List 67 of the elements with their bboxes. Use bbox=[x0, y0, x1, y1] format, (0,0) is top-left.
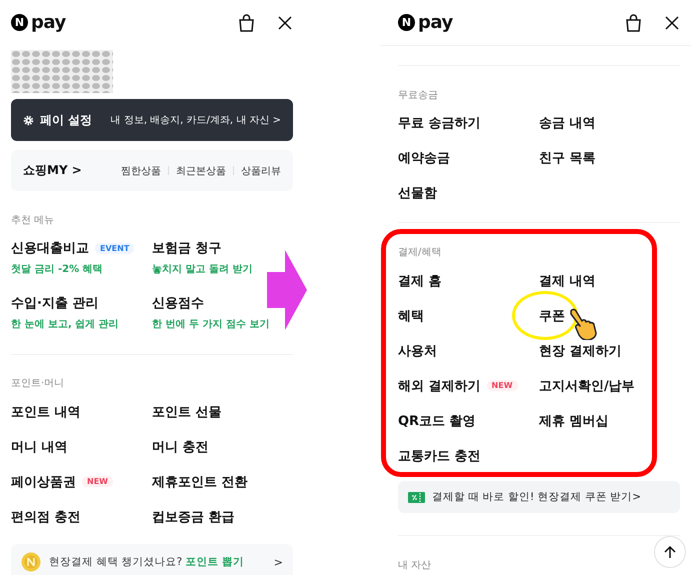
gear-icon bbox=[23, 114, 34, 126]
menu-item[interactable]: 해외 결제하기 bbox=[398, 376, 481, 394]
menu-item[interactable]: 쿠폰 bbox=[539, 306, 565, 324]
menu-item[interactable]: 포인트 선물 bbox=[152, 402, 222, 420]
section-heading: 내 자산 bbox=[398, 559, 432, 573]
banner-text: 결제할 때 바로 할인! 현장결제 쿠폰 받기> bbox=[432, 490, 642, 504]
menu-item[interactable]: 신용대출비교 bbox=[11, 239, 89, 257]
arrow-up-icon bbox=[663, 545, 677, 559]
section-heading: 무료송금 bbox=[398, 89, 439, 103]
logo-mark: N bbox=[11, 14, 28, 31]
pointing-hand-icon bbox=[568, 308, 598, 340]
menu-item[interactable]: 선물함 bbox=[398, 184, 437, 202]
menu-subtitle: 놓치지 말고 돌려 받기 bbox=[152, 263, 254, 276]
shopping-link[interactable]: 최근본상품 bbox=[176, 164, 226, 178]
close-icon[interactable] bbox=[664, 14, 680, 30]
menu-item[interactable]: 예약송금 bbox=[398, 148, 450, 166]
badge: EVENT bbox=[95, 242, 134, 254]
settings-title: 페이 설정 bbox=[40, 112, 94, 128]
badge: NEW bbox=[82, 476, 113, 487]
menu-item[interactable]: 결제 내역 bbox=[539, 272, 596, 290]
settings-links: 내 정보, 배송지, 카드/계좌, 내 자신 > bbox=[110, 114, 281, 127]
menu-subtitle: 한 번에 두 가지 점수 보기 bbox=[152, 318, 270, 331]
scroll-top-button[interactable] bbox=[654, 536, 686, 568]
menu-item[interactable]: QR코드 촬영 bbox=[398, 412, 476, 430]
coin-icon bbox=[21, 552, 41, 572]
badge: NEW bbox=[486, 380, 518, 391]
menu-item[interactable]: 제휴 멤버십 bbox=[539, 412, 609, 430]
arrow-icon bbox=[267, 250, 307, 330]
menu-item[interactable]: 무료 송금하기 bbox=[398, 114, 481, 132]
logo-mark: N bbox=[398, 14, 415, 31]
coupon-banner[interactable]: 결제할 때 바로 할인! 현장결제 쿠폰 받기> bbox=[398, 481, 680, 513]
menu-item[interactable]: 결제 홈 bbox=[398, 272, 442, 290]
menu-item[interactable]: 편의점 충전 bbox=[11, 508, 81, 526]
menu-item[interactable]: 교통카드 충전 bbox=[398, 446, 481, 464]
logo-text: pay bbox=[418, 12, 453, 33]
menu-item[interactable]: 송금 내역 bbox=[539, 114, 596, 132]
chevron: > bbox=[274, 556, 283, 568]
menu-item[interactable]: 수입·지출 관리 bbox=[11, 294, 98, 312]
section-heading: 추천 메뉴 bbox=[11, 214, 56, 228]
menu-item[interactable]: 혜택 bbox=[398, 306, 424, 324]
menu-item[interactable]: 친구 목록 bbox=[539, 148, 596, 166]
points-banner[interactable]: 현장결제 혜택 챙기셨나요? 포인트 뽑기 > bbox=[11, 544, 293, 575]
menu-item[interactable]: 페이상품권 bbox=[11, 472, 76, 490]
menu-item[interactable]: 머니 충전 bbox=[152, 438, 209, 456]
menu-item[interactable]: 현장 결제하기 bbox=[539, 342, 622, 360]
coupon-icon bbox=[408, 492, 425, 502]
menu-subtitle: 첫달 금리 -2% 혜택 bbox=[11, 263, 104, 276]
shopping-bag-icon[interactable] bbox=[625, 14, 642, 32]
menu-item[interactable]: 고지서확인/납부 bbox=[539, 376, 635, 394]
menu-subtitle: 한 눈에 보고, 쉽게 관리 bbox=[11, 318, 120, 331]
close-icon[interactable] bbox=[277, 14, 293, 30]
shopping-bag-icon[interactable] bbox=[238, 14, 255, 32]
menu-item[interactable]: 제휴포인트 전환 bbox=[152, 472, 248, 490]
logo-text: pay bbox=[31, 12, 66, 33]
shopping-link[interactable]: 찜한상품 bbox=[121, 164, 161, 178]
section-heading: 결제/혜택 bbox=[398, 246, 442, 260]
section-heading: 포인트·머니 bbox=[11, 377, 66, 391]
menu-item[interactable]: 포인트 내역 bbox=[11, 402, 81, 420]
menu-item[interactable]: 컵보증금 환급 bbox=[152, 508, 235, 526]
settings-bar[interactable]: 페이 설정 내 정보, 배송지, 카드/계좌, 내 자신 > bbox=[11, 99, 293, 141]
banner-text: 현장결제 혜택 챙기셨나요? 포인트 뽑기 bbox=[49, 555, 246, 569]
menu-item[interactable]: 신용점수 bbox=[152, 294, 204, 312]
menu-item[interactable]: 보험금 청구 bbox=[152, 239, 222, 257]
menu-item[interactable]: 사용처 bbox=[398, 342, 437, 360]
shopping-link[interactable]: 상품리뷰 bbox=[241, 164, 281, 178]
menu-item[interactable]: 머니 내역 bbox=[11, 438, 68, 456]
shopping-title[interactable]: 쇼핑MY > bbox=[23, 162, 121, 179]
